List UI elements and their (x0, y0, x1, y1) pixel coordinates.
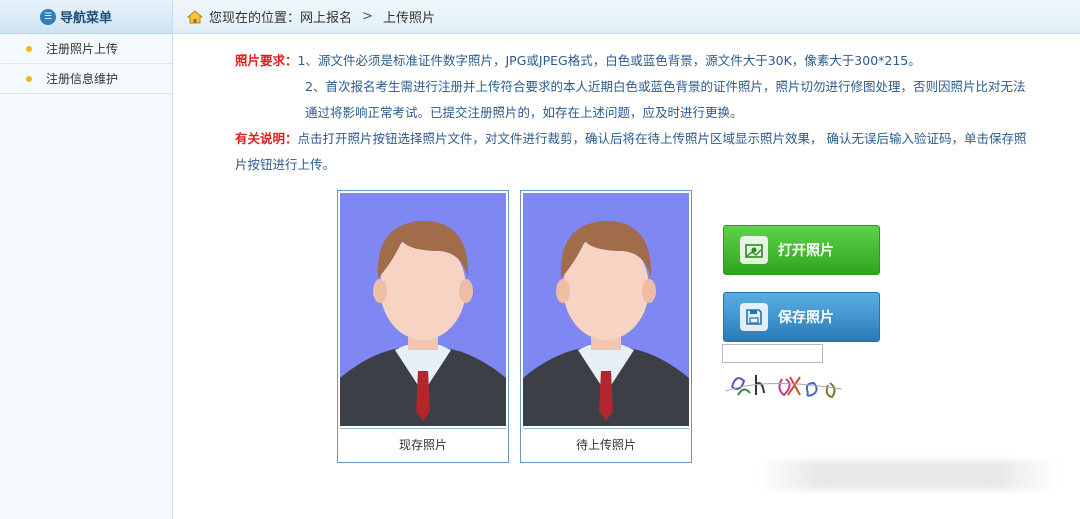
info-text: 点击打开照片按钮选择照片文件，对文件进行裁剪，确认后将在待上传照片区域显示照片效… (235, 131, 1027, 172)
sidebar-item-info-maintenance[interactable]: 注册信息维护 (0, 64, 172, 94)
save-photo-button[interactable]: 保存照片 (723, 292, 880, 342)
open-photo-button[interactable]: 打开照片 (723, 225, 880, 275)
blurred-area (758, 460, 1058, 490)
current-photo-caption: 现存照片 (340, 428, 506, 460)
info-label: 有关说明： (235, 131, 298, 146)
breadcrumb-section[interactable]: 网上报名 (300, 7, 352, 26)
requirements-text: 照片要求：1、源文件必须是标准证件数字照片，JPG或JPEG格式，白色或蓝色背景… (235, 48, 1035, 178)
sidebar-item-label: 注册信息维护 (46, 72, 119, 86)
bullet-icon (26, 76, 32, 82)
current-photo-placeholder (340, 193, 506, 426)
current-photo-box: 现存照片 (337, 190, 509, 463)
requirement-1-text: 1、源文件必须是标准证件数字照片，JPG或JPEG格式，白色或蓝色背景，源文件大… (297, 53, 921, 68)
home-icon (187, 9, 203, 24)
sidebar-title: 导航菜单 (60, 11, 113, 26)
sidebar-item-label: 注册照片上传 (46, 42, 119, 56)
captcha-image[interactable] (724, 367, 848, 403)
requirement-line-2: 2、首次报名考生需进行注册并上传符合要求的本人近期白色或蓝色背景的证件照片，照片… (235, 74, 1035, 126)
captcha-input[interactable] (722, 344, 823, 363)
main-content: 照片要求：1、源文件必须是标准证件数字照片，JPG或JPEG格式，白色或蓝色背景… (173, 34, 1080, 519)
person-silhouette-icon (523, 193, 689, 426)
breadcrumb-separator: > (362, 9, 373, 24)
open-photo-label: 打开照片 (778, 243, 834, 259)
pending-photo-caption: 待上传照片 (523, 428, 689, 460)
requirement-line-1: 照片要求：1、源文件必须是标准证件数字照片，JPG或JPEG格式，白色或蓝色背景… (235, 48, 1035, 74)
pending-photo-placeholder (523, 193, 689, 426)
breadcrumb: 您现在的位置： 网上报名 > 上传照片 (173, 0, 1080, 34)
save-photo-label: 保存照片 (778, 310, 834, 326)
breadcrumb-current: 上传照片 (382, 11, 435, 26)
captcha-glyphs-icon (725, 375, 843, 399)
sidebar: ☰ 导航菜单 注册照片上传 注册信息维护 (0, 0, 173, 519)
breadcrumb-prefix: 您现在的位置： (209, 11, 301, 26)
menu-icon: ☰ (40, 9, 56, 25)
photo-requirement-label: 照片要求： (235, 53, 298, 68)
requirement-2-text: 2、首次报名考生需进行注册并上传符合要求的本人近期白色或蓝色背景的证件照片，照片… (305, 79, 1026, 120)
sidebar-item-photo-upload[interactable]: 注册照片上传 (0, 34, 172, 64)
open-photo-icon (740, 236, 768, 264)
pending-photo-box: 待上传照片 (520, 190, 692, 463)
save-icon (740, 303, 768, 331)
person-silhouette-icon (340, 193, 506, 426)
info-line: 有关说明：点击打开照片按钮选择照片文件，对文件进行裁剪，确认后将在待上传照片区域… (235, 126, 1035, 178)
bullet-icon (26, 46, 32, 52)
sidebar-header: ☰ 导航菜单 (0, 0, 172, 34)
